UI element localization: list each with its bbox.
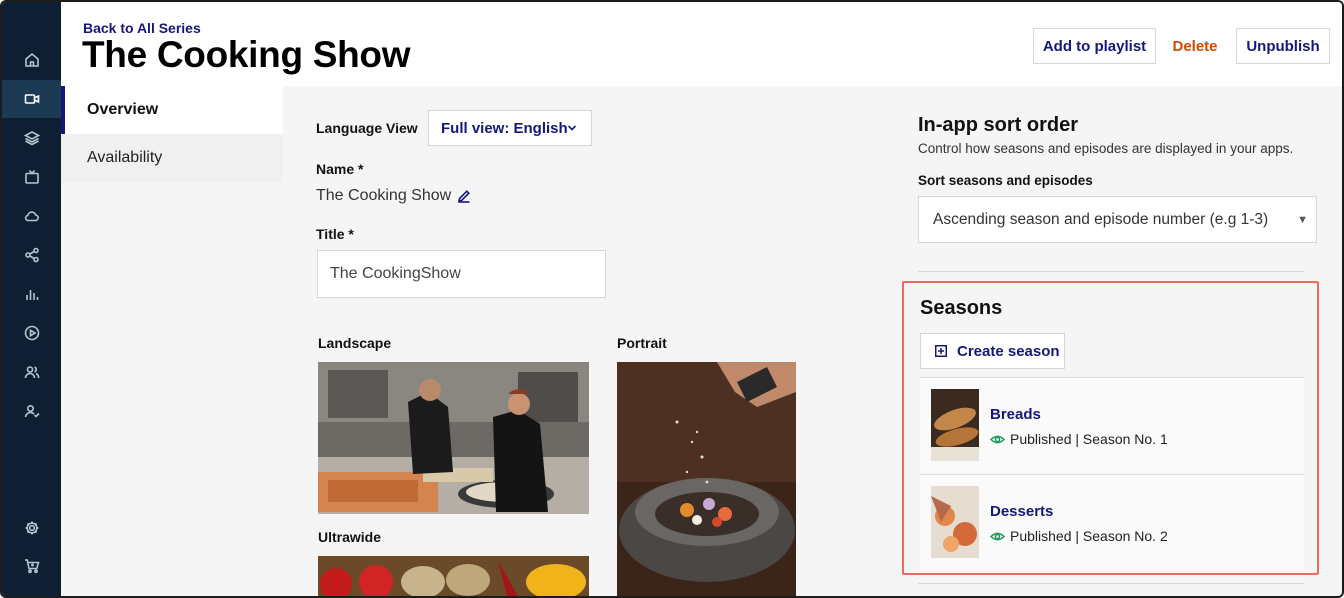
- video-camera-icon[interactable]: [2, 80, 61, 118]
- sort-order-title: In-app sort order: [918, 114, 1079, 136]
- cart-icon[interactable]: [2, 547, 61, 585]
- name-value: The Cooking Show: [316, 187, 471, 205]
- dropdown-triangle-icon: ▼: [1297, 214, 1308, 226]
- season-name-link[interactable]: Desserts: [990, 503, 1053, 520]
- bar-chart-icon[interactable]: [2, 275, 61, 313]
- name-label: Name *: [316, 161, 364, 177]
- plus-square-icon: [935, 345, 947, 357]
- create-season-button[interactable]: Create season: [920, 333, 1065, 369]
- language-view-select[interactable]: Full view: English: [428, 110, 592, 146]
- eye-icon: [990, 435, 1005, 443]
- tab-overview[interactable]: Overview: [61, 86, 283, 134]
- portrait-image[interactable]: [617, 362, 796, 596]
- divider: [918, 271, 1304, 272]
- season-row[interactable]: Desserts Published | Season No. 2: [920, 474, 1304, 570]
- seasons-panel: Seasons Create season Breads Published |…: [902, 281, 1319, 575]
- portrait-label: Portrait: [617, 335, 667, 351]
- layers-icon[interactable]: [2, 119, 61, 157]
- pencil-edit-icon[interactable]: [457, 189, 471, 203]
- section-tabs: Overview Availability: [61, 86, 283, 182]
- gear-icon[interactable]: [2, 509, 61, 547]
- season-meta: Published | Season No. 2: [990, 528, 1168, 544]
- unpublish-button[interactable]: Unpublish: [1236, 28, 1330, 64]
- season-status: Published | Season No. 1: [1010, 431, 1168, 447]
- title-input[interactable]: [317, 250, 606, 298]
- sort-order-value: Ascending season and episode number (e.g…: [933, 210, 1269, 228]
- landscape-label: Landscape: [318, 335, 392, 351]
- cloud-icon[interactable]: [2, 197, 61, 235]
- landscape-image[interactable]: [318, 362, 589, 514]
- seasons-title: Seasons: [920, 297, 1003, 319]
- sidebar: [2, 2, 61, 596]
- tab-availability[interactable]: Availability: [61, 134, 283, 182]
- ultrawide-label: Ultrawide: [318, 529, 382, 545]
- season-thumbnail: [931, 389, 979, 461]
- share-icon[interactable]: [2, 236, 61, 274]
- app-window: Back to All Series The Cooking Show Add …: [0, 0, 1344, 598]
- tv-icon[interactable]: [2, 158, 61, 196]
- title-label: Title *: [316, 226, 354, 242]
- name-text: The Cooking Show: [316, 187, 452, 204]
- page-header: Back to All Series The Cooking Show Add …: [61, 2, 1342, 86]
- season-name-link[interactable]: Breads: [990, 406, 1041, 423]
- sort-order-description: Control how seasons and episodes are dis…: [918, 141, 1294, 156]
- season-status: Published | Season No. 2: [1010, 528, 1168, 544]
- users-icon[interactable]: [2, 353, 61, 391]
- language-view-value: Full view: English: [441, 119, 568, 137]
- ultrawide-image[interactable]: [318, 556, 589, 596]
- season-thumbnail: [931, 486, 979, 558]
- season-meta: Published | Season No. 1: [990, 431, 1168, 447]
- add-to-playlist-button[interactable]: Add to playlist: [1033, 28, 1156, 64]
- delete-button[interactable]: Delete: [1158, 28, 1232, 64]
- chevron-down-icon: [567, 125, 577, 131]
- sort-select-label: Sort seasons and episodes: [918, 173, 1093, 188]
- sort-order-select[interactable]: Ascending season and episode number (e.g…: [918, 196, 1317, 243]
- home-icon[interactable]: [2, 41, 61, 79]
- language-view-label: Language View: [316, 120, 418, 136]
- user-check-icon[interactable]: [2, 392, 61, 430]
- eye-icon: [990, 532, 1005, 540]
- divider: [918, 583, 1304, 584]
- create-season-label: Create season: [957, 342, 1060, 360]
- play-circle-icon[interactable]: [2, 314, 61, 352]
- season-row[interactable]: Breads Published | Season No. 1: [920, 377, 1304, 473]
- page-title: The Cooking Show: [82, 34, 411, 75]
